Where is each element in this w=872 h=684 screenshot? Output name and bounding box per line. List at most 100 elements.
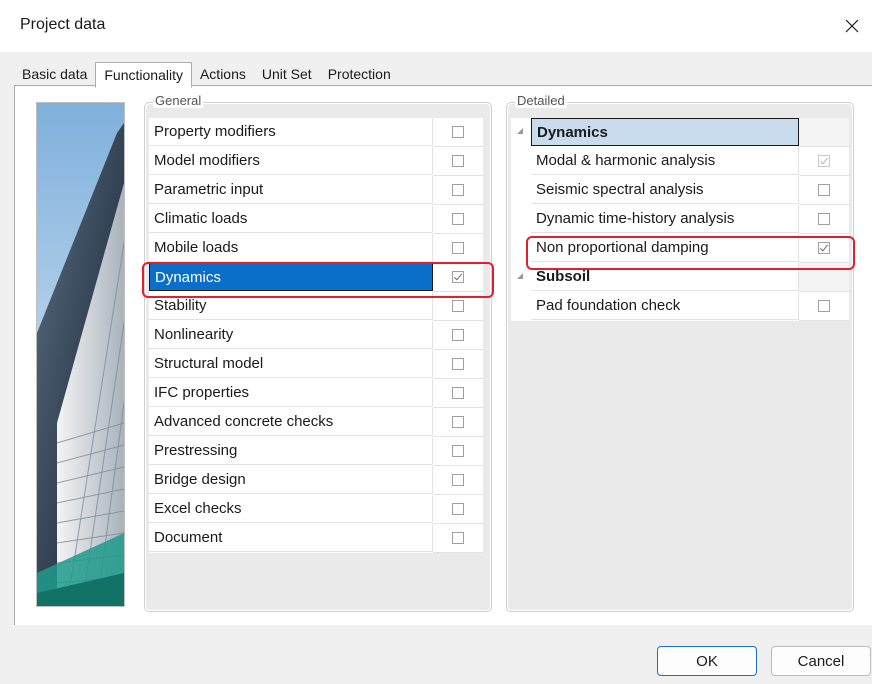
general-row-prestressing[interactable]: Prestressing — [149, 437, 483, 466]
checkbox-climatic-loads[interactable] — [452, 213, 464, 225]
general-row-label: Parametric input — [149, 176, 433, 204]
tab-protection[interactable]: Protection — [320, 63, 399, 85]
detailed-row-label: Non proportional damping — [531, 234, 799, 262]
checkbox-dynamic-time-history-analysis[interactable] — [818, 213, 830, 225]
general-row-label: Bridge design — [149, 466, 433, 494]
general-row-property-modifiers[interactable]: Property modifiers — [149, 118, 483, 147]
general-row-label: Mobile loads — [149, 234, 433, 262]
row-indent — [511, 147, 531, 175]
section-header-value — [799, 263, 849, 292]
general-row-value — [433, 205, 483, 234]
general-row-value — [433, 118, 483, 147]
general-row-nonlinearity[interactable]: Nonlinearity — [149, 321, 483, 350]
tab-unit-set[interactable]: Unit Set — [254, 63, 320, 85]
tab-actions[interactable]: Actions — [192, 63, 254, 85]
title-bar: Project data — [0, 0, 872, 52]
section-header-dynamics[interactable]: Dynamics — [511, 118, 849, 147]
general-row-climatic-loads[interactable]: Climatic loads — [149, 205, 483, 234]
checkbox-structural-model[interactable] — [452, 358, 464, 370]
checkbox-mobile-loads[interactable] — [452, 242, 464, 254]
collapse-triangle-icon[interactable] — [511, 118, 531, 146]
general-row-value — [433, 292, 483, 321]
checkbox-dynamics[interactable] — [452, 271, 464, 283]
checkbox-seismic-spectral-analysis[interactable] — [818, 184, 830, 196]
checkbox-model-modifiers[interactable] — [452, 155, 464, 167]
general-row-value — [433, 321, 483, 350]
checkbox-prestressing[interactable] — [452, 445, 464, 457]
general-row-label: Model modifiers — [149, 147, 433, 175]
detailed-feature-list: Dynamics Modal & harmonic analysis Seismic… — [511, 118, 849, 321]
general-row-bridge-design[interactable]: Bridge design — [149, 466, 483, 495]
detailed-row-seismic-spectral-analysis[interactable]: Seismic spectral analysis — [511, 176, 849, 205]
section-header-label: Subsoil — [531, 263, 799, 291]
tab-functionality[interactable]: Functionality — [95, 62, 192, 88]
general-row-value — [433, 495, 483, 524]
cancel-button[interactable]: Cancel — [771, 646, 871, 676]
checkbox-modal-and-harmonic-analysis — [818, 155, 830, 167]
checkbox-property-modifiers[interactable] — [452, 126, 464, 138]
checkbox-document[interactable] — [452, 532, 464, 544]
detailed-row-value — [799, 176, 849, 205]
general-row-label: IFC properties — [149, 379, 433, 407]
collapse-triangle-icon[interactable] — [511, 263, 531, 291]
section-header-label: Dynamics — [531, 118, 799, 146]
section-header-subsoil[interactable]: Subsoil — [511, 263, 849, 292]
detailed-row-label: Pad foundation check — [531, 292, 799, 320]
tab-strip: Basic data Functionality Actions Unit Se… — [14, 62, 399, 88]
detailed-row-dynamic-time-history-analysis[interactable]: Dynamic time-history analysis — [511, 205, 849, 234]
checkbox-advanced-concrete-checks[interactable] — [452, 416, 464, 428]
detailed-row-non-proportional-damping[interactable]: Non proportional damping — [511, 234, 849, 263]
detailed-row-label: Seismic spectral analysis — [531, 176, 799, 204]
general-row-advanced-concrete-checks[interactable]: Advanced concrete checks — [149, 408, 483, 437]
general-row-stability[interactable]: Stability — [149, 292, 483, 321]
triangle-icon — [517, 128, 523, 134]
detailed-row-modal-and-harmonic-analysis[interactable]: Modal & harmonic analysis — [511, 147, 849, 176]
checkbox-pad-foundation-check[interactable] — [818, 300, 830, 312]
row-indent — [511, 205, 531, 233]
row-indent — [511, 176, 531, 204]
general-row-value — [433, 379, 483, 408]
checkbox-nonlinearity[interactable] — [452, 329, 464, 341]
general-feature-list: Property modifiers Model modifiers Paramet… — [149, 118, 483, 553]
checkbox-stability[interactable] — [452, 300, 464, 312]
building-image — [36, 102, 125, 607]
general-row-mobile-loads[interactable]: Mobile loads — [149, 234, 483, 263]
general-row-document[interactable]: Document — [149, 524, 483, 553]
checkbox-non-proportional-damping[interactable] — [818, 242, 830, 254]
general-row-value — [433, 524, 483, 553]
general-row-value — [433, 408, 483, 437]
section-header-value — [799, 118, 849, 147]
general-row-excel-checks[interactable]: Excel checks — [149, 495, 483, 524]
project-data-dialog: Project data Basic data Functionality Ac… — [0, 0, 872, 684]
close-button[interactable] — [832, 6, 872, 46]
general-row-value — [433, 437, 483, 466]
general-group-label: General — [153, 93, 204, 108]
checkbox-excel-checks[interactable] — [452, 503, 464, 515]
general-row-label: Excel checks — [149, 495, 433, 523]
detailed-row-label: Modal & harmonic analysis — [531, 147, 799, 175]
general-row-value — [433, 176, 483, 205]
general-row-label: Document — [149, 524, 433, 552]
general-row-structural-model[interactable]: Structural model — [149, 350, 483, 379]
general-row-model-modifiers[interactable]: Model modifiers — [149, 147, 483, 176]
general-row-parametric-input[interactable]: Parametric input — [149, 176, 483, 205]
general-row-label: Dynamics — [149, 263, 433, 291]
checkbox-parametric-input[interactable] — [452, 184, 464, 196]
general-row-label: Advanced concrete checks — [149, 408, 433, 436]
general-row-label: Climatic loads — [149, 205, 433, 233]
general-row-value — [433, 234, 483, 263]
checkbox-ifc-properties[interactable] — [452, 387, 464, 399]
general-row-value — [433, 263, 483, 292]
detailed-row-value — [799, 292, 849, 321]
ok-button[interactable]: OK — [657, 646, 757, 676]
general-row-label: Nonlinearity — [149, 321, 433, 349]
general-group: General Property modifiers Model modifier… — [144, 93, 492, 612]
general-row-label: Stability — [149, 292, 433, 320]
general-row-ifc-properties[interactable]: IFC properties — [149, 379, 483, 408]
detailed-row-pad-foundation-check[interactable]: Pad foundation check — [511, 292, 849, 321]
checkbox-bridge-design[interactable] — [452, 474, 464, 486]
general-row-dynamics[interactable]: Dynamics — [149, 263, 483, 292]
general-row-value — [433, 147, 483, 176]
tab-basic-data[interactable]: Basic data — [14, 63, 95, 85]
row-indent — [511, 292, 531, 320]
